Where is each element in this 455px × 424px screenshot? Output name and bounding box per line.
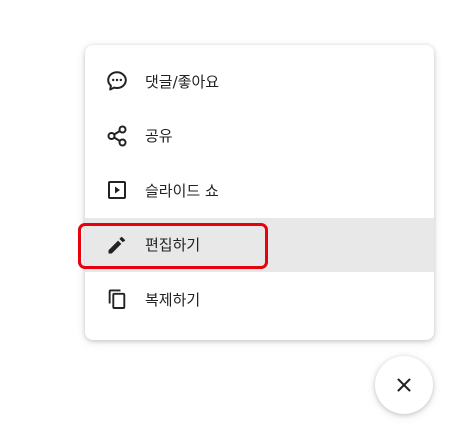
menu-item-label: 공유 [145, 127, 173, 146]
menu-item-edit[interactable]: 편집하기 [85, 217, 434, 272]
share-icon [105, 124, 129, 148]
edit-pencil-icon [105, 233, 129, 257]
slideshow-icon [105, 178, 129, 202]
menu-item-label: 댓글/좋아요 [145, 72, 220, 91]
copy-icon [105, 287, 129, 311]
close-button[interactable] [375, 356, 433, 414]
menu-item-comments-likes[interactable]: 댓글/좋아요 [85, 54, 434, 109]
close-icon [397, 378, 411, 392]
comment-icon [105, 69, 129, 93]
menu-item-share[interactable]: 공유 [85, 109, 434, 164]
menu-item-label: 복제하기 [145, 290, 201, 309]
stage: 댓글/좋아요 공유 슬라이드 쇼 편집하기 복제하기 [0, 0, 455, 424]
menu-item-slideshow[interactable]: 슬라이드 쇼 [85, 163, 434, 218]
action-menu: 댓글/좋아요 공유 슬라이드 쇼 편집하기 복제하기 [85, 45, 434, 340]
menu-item-label: 슬라이드 쇼 [145, 181, 219, 200]
menu-item-duplicate[interactable]: 복제하기 [85, 272, 434, 327]
menu-item-label: 편집하기 [145, 236, 201, 255]
